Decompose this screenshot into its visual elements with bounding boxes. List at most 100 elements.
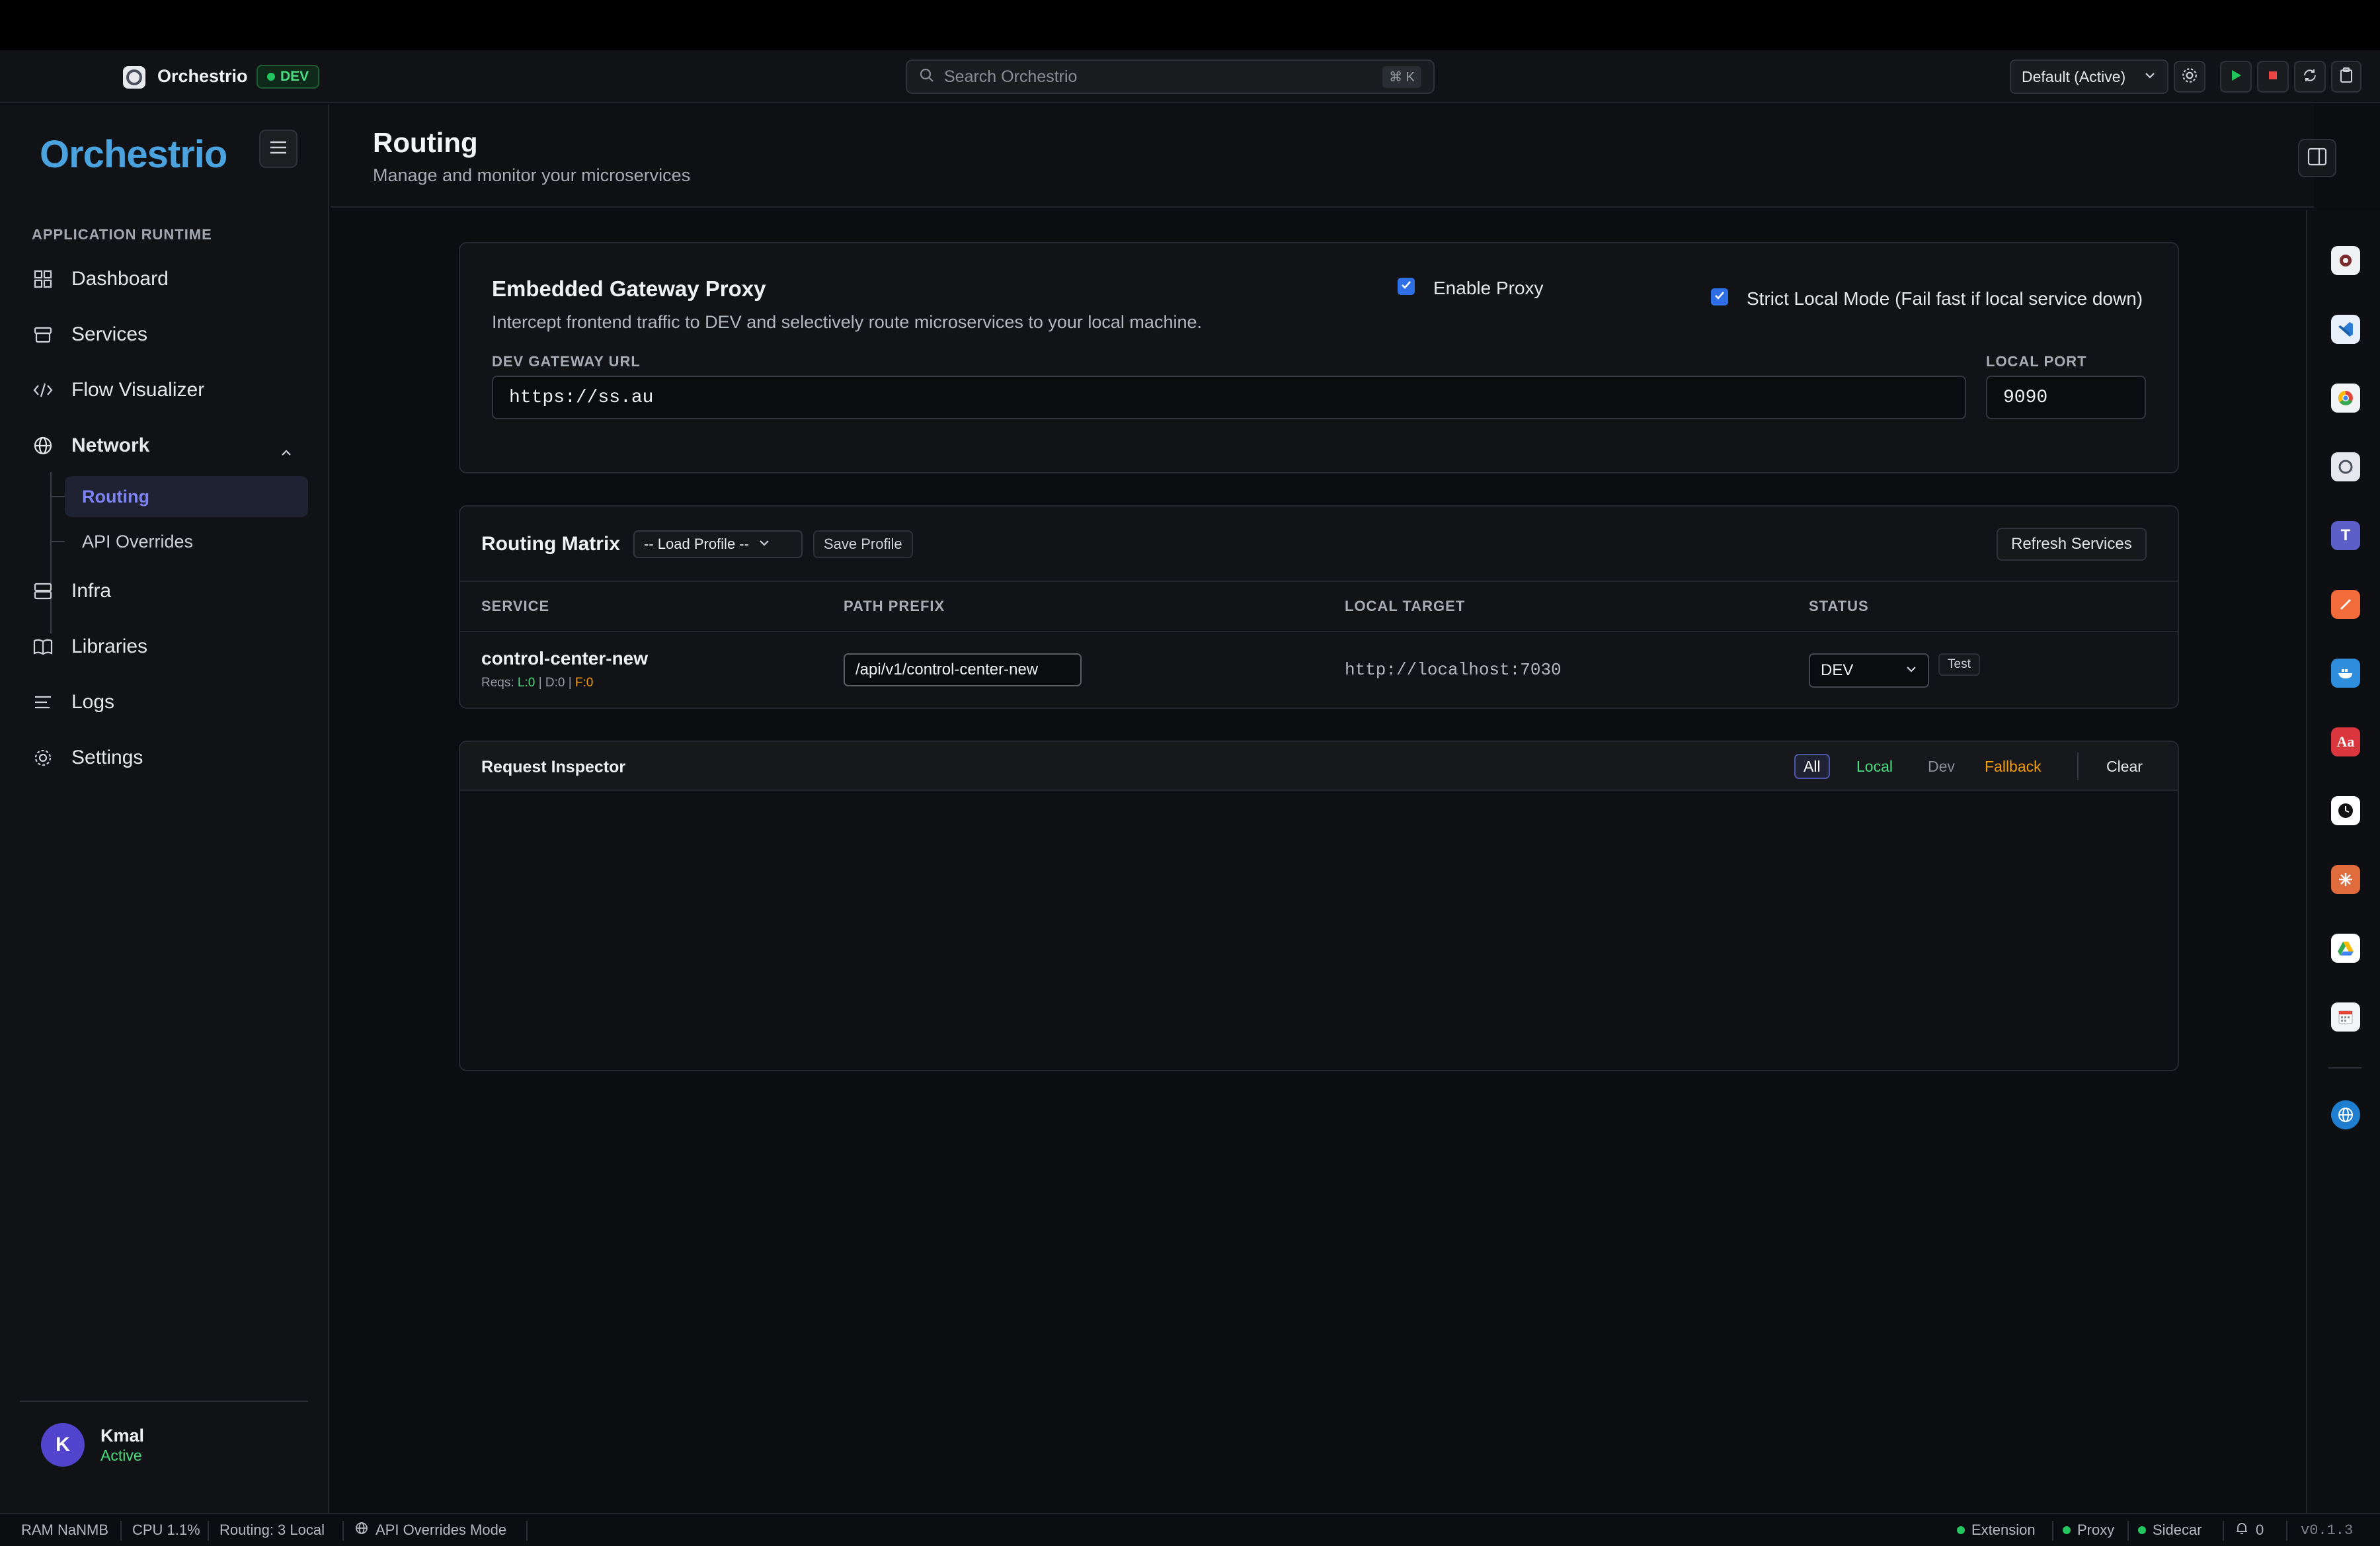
status-dot-icon: [2063, 1526, 2071, 1534]
sidebar-subitem-api-overrides[interactable]: API Overrides: [65, 521, 308, 562]
sidebar-item-settings[interactable]: Settings: [32, 738, 309, 778]
search-shortcut: ⌘ K: [1382, 65, 1421, 88]
separator: |: [538, 676, 542, 690]
gateway-title: Embedded Gateway Proxy: [492, 276, 766, 301]
sidebar-item-dashboard[interactable]: Dashboard: [32, 259, 309, 299]
sidebar-panel-icon: [2307, 147, 2328, 170]
sidebar-toggle-button[interactable]: [259, 130, 298, 168]
status-separator: [120, 1521, 122, 1541]
panel-toggle-button[interactable]: [2298, 139, 2336, 177]
app-name: Orchestrio: [157, 66, 248, 86]
sidebar-item-label: Services: [71, 323, 148, 345]
env-badge: DEV: [257, 65, 320, 89]
proxy-status[interactable]: Proxy: [2063, 1514, 2114, 1546]
claude-icon[interactable]: [2331, 865, 2360, 894]
sidebar-subitem-routing[interactable]: Routing: [65, 476, 308, 517]
sidebar-item-flow-visualizer[interactable]: Flow Visualizer: [32, 370, 309, 410]
ram-indicator: RAM NaNMB: [21, 1522, 109, 1538]
sidebar: Orchestrio APPLICATION RUNTIME Dashboard…: [0, 104, 329, 1513]
sidebar-subitem-label: API Overrides: [82, 531, 194, 551]
extension-status[interactable]: Extension: [1957, 1514, 2036, 1546]
app-dock: T Aa: [2306, 210, 2380, 1513]
clock-icon[interactable]: [2331, 796, 2360, 825]
sidebar-item-services[interactable]: Services: [32, 315, 309, 354]
status-separator: [526, 1521, 528, 1541]
refresh-services-button[interactable]: Refresh Services: [1997, 528, 2147, 561]
extension-label: Extension: [1971, 1522, 2036, 1538]
sidecar-status[interactable]: Sidecar: [2138, 1514, 2202, 1546]
matrix-title: Routing Matrix: [481, 533, 620, 555]
filter-all[interactable]: All: [1794, 754, 1830, 779]
sidebar-item-logs[interactable]: Logs: [32, 682, 309, 722]
enable-proxy-checkbox[interactable]: [1398, 278, 1415, 295]
path-prefix-input[interactable]: /api/v1/control-center-new: [844, 653, 1082, 686]
gateway-url-input[interactable]: https://ss.au: [492, 376, 1966, 419]
sub-nav-connector: [52, 496, 65, 497]
filter-dev[interactable]: Dev: [1920, 754, 1963, 779]
table-divider: [460, 581, 2178, 582]
drive-icon[interactable]: [2331, 934, 2360, 963]
sidebar-item-network[interactable]: Network: [32, 426, 309, 466]
status-separator: [2286, 1521, 2287, 1541]
routing-matrix-card: Routing Matrix -- Load Profile -- Save P…: [459, 505, 2179, 709]
status-bar: RAM NaNMB CPU 1.1% Routing: 3 Local API …: [0, 1513, 2380, 1546]
check-icon: [1400, 279, 1412, 294]
gateway-url-label: DEV GATEWAY URL: [492, 353, 641, 370]
sidecar-label: Sidecar: [2153, 1522, 2202, 1538]
orchestrio-icon[interactable]: [2331, 452, 2360, 481]
app-icon: [123, 66, 145, 89]
sidebar-item-libraries[interactable]: Libraries: [32, 627, 309, 667]
env-label: DEV: [280, 69, 309, 84]
clipboard-button[interactable]: [2331, 61, 2361, 93]
search-input[interactable]: Search Orchestrio ⌘ K: [906, 60, 1435, 94]
avatar[interactable]: K: [41, 1423, 85, 1467]
teams-icon[interactable]: T: [2331, 521, 2360, 550]
chrome-icon[interactable]: [2331, 384, 2360, 413]
status-select[interactable]: DEV: [1809, 653, 1929, 688]
restart-button[interactable]: [2294, 61, 2326, 93]
api-overrides-mode[interactable]: API Overrides Mode: [354, 1514, 506, 1546]
start-button[interactable]: [2220, 61, 2252, 93]
globe-icon[interactable]: [2331, 1100, 2360, 1129]
sidebar-item-label: Flow Visualizer: [71, 379, 205, 401]
dictionary-icon[interactable]: Aa: [2331, 727, 2360, 756]
sidebar-item-infra[interactable]: Infra: [32, 571, 309, 611]
list-icon: [32, 691, 54, 713]
settings-button[interactable]: [2174, 61, 2205, 93]
notifications-button[interactable]: 0: [2235, 1514, 2264, 1546]
column-header-local-target: LOCAL TARGET: [1345, 598, 1466, 614]
profile-select[interactable]: Default (Active): [2010, 60, 2168, 94]
docker-icon[interactable]: [2331, 659, 2360, 688]
dock-app-icon-1[interactable]: [2331, 246, 2360, 275]
test-button[interactable]: Test: [1938, 653, 1980, 676]
globe-icon: [354, 1521, 369, 1539]
stop-button[interactable]: [2257, 61, 2289, 93]
column-header-status: STATUS: [1809, 598, 1869, 614]
filter-local[interactable]: Local: [1848, 754, 1901, 779]
gear-icon: [2181, 67, 2198, 87]
sub-nav-connector: [52, 541, 65, 542]
strict-mode-checkbox[interactable]: [1711, 288, 1728, 305]
local-port-input[interactable]: 9090: [1986, 376, 2146, 419]
strict-mode-label[interactable]: Strict Local Mode (Fail fast if local se…: [1747, 288, 2143, 309]
clear-button[interactable]: Clear: [2098, 754, 2151, 779]
notification-count: 0: [2256, 1522, 2264, 1538]
pen-app-icon[interactable]: [2331, 590, 2360, 619]
search-placeholder: Search Orchestrio: [944, 67, 1078, 86]
load-profile-select[interactable]: -- Load Profile --: [633, 530, 803, 558]
sidebar-item-label: Logs: [71, 691, 115, 713]
status-separator: [2052, 1521, 2053, 1541]
vscode-icon[interactable]: [2331, 315, 2360, 344]
check-icon: [1714, 290, 1726, 305]
filter-fallback[interactable]: Fallback: [1977, 754, 2049, 779]
status-separator: [2127, 1521, 2129, 1541]
status-separator: [2223, 1521, 2224, 1541]
reqs-label: Reqs:: [481, 676, 514, 690]
chevron-down-icon: [1905, 661, 1917, 680]
local-count: L:0: [517, 676, 536, 690]
calendar-icon[interactable]: [2331, 1002, 2360, 1032]
menu-icon: [268, 140, 288, 159]
table-divider: [460, 631, 2178, 632]
enable-proxy-label[interactable]: Enable Proxy: [1433, 278, 1544, 299]
save-profile-button[interactable]: Save Profile: [813, 530, 913, 558]
